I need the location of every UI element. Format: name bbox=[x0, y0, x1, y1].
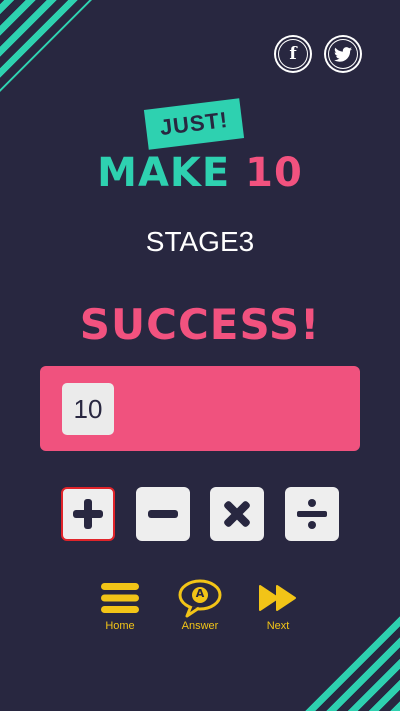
answer-label: Answer bbox=[181, 620, 219, 632]
times-icon bbox=[224, 501, 250, 527]
facebook-share-button[interactable]: f bbox=[276, 37, 310, 71]
twitter-icon bbox=[329, 40, 357, 68]
stage-label: STAGE3 bbox=[145, 226, 255, 257]
logo-make-text: MAKE bbox=[97, 150, 231, 196]
answer-badge-letter: A bbox=[195, 587, 205, 600]
home-label: Home bbox=[105, 620, 135, 632]
plus-button[interactable] bbox=[61, 487, 115, 541]
menu-icon bbox=[101, 583, 139, 613]
logo-number-text: 10 bbox=[245, 150, 303, 196]
fast-forward-icon bbox=[259, 585, 296, 611]
logo-title: MAKE 10 bbox=[0, 150, 400, 196]
corner-stripes-bottom-right bbox=[300, 611, 400, 711]
result-message: SUCCESS! bbox=[79, 300, 321, 349]
answer-tile[interactable]: 10 bbox=[62, 383, 114, 435]
answer-bar: 10 bbox=[40, 366, 360, 451]
divide-icon bbox=[297, 499, 327, 529]
minus-button[interactable] bbox=[136, 487, 190, 541]
plus-icon bbox=[73, 499, 103, 529]
times-button[interactable] bbox=[210, 487, 264, 541]
divide-button[interactable] bbox=[285, 487, 339, 541]
answer-button[interactable]: A Answer bbox=[165, 578, 235, 632]
logo-just-badge: JUST! bbox=[143, 98, 245, 150]
next-button[interactable]: Next bbox=[243, 578, 313, 632]
minus-icon bbox=[148, 510, 178, 518]
next-label: Next bbox=[266, 620, 290, 632]
home-button[interactable]: Home bbox=[85, 578, 155, 632]
facebook-icon: f bbox=[279, 40, 307, 68]
corner-stripes-top-left bbox=[0, 0, 92, 92]
twitter-share-button[interactable] bbox=[326, 37, 360, 71]
